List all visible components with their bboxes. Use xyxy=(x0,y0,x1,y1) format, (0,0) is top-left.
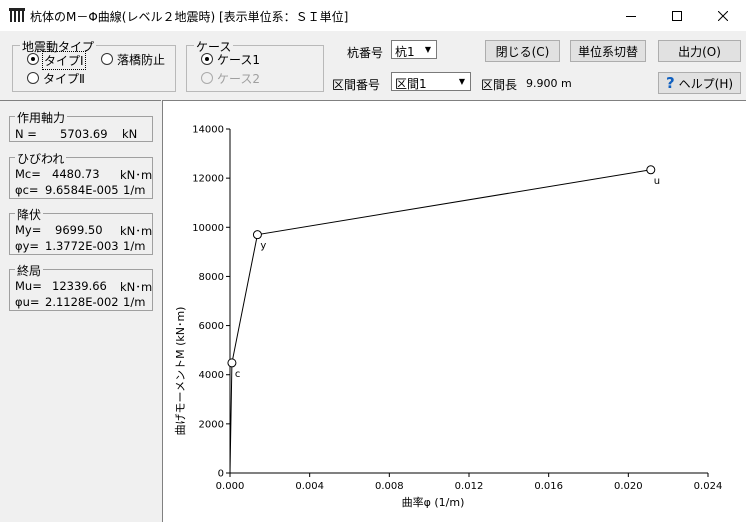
data-point xyxy=(646,165,656,175)
x-tick-label: 0.024 xyxy=(694,481,723,492)
mc-label: Mc= xyxy=(15,167,41,181)
mu-label: Mu= xyxy=(15,279,42,293)
phiu-value: 2.1128E-002 xyxy=(45,295,119,309)
phiy-unit: 1/m xyxy=(123,239,146,253)
section-length-label: 区間長 xyxy=(481,78,518,92)
section-number-value: 区間1 xyxy=(395,77,427,91)
y-tick-label: 14000 xyxy=(192,125,224,136)
data-point xyxy=(252,230,262,240)
pile-number-value: 杭1 xyxy=(395,45,415,59)
section-length-value: 9.900 m xyxy=(526,77,572,90)
axial-unit: kN xyxy=(122,127,138,141)
y-tick-label: 8000 xyxy=(199,272,224,283)
close-button-label: 閉じる(C) xyxy=(495,44,550,59)
phiy-value: 1.3772E-003 xyxy=(45,239,119,253)
eq-type-group: 地震動タイプ タイプⅠ 落橋防止 タイプⅡ xyxy=(12,38,176,92)
crack-box: ひびわれ Mc= 4480.73 kN･m φc= 9.6584E-005 1/… xyxy=(9,150,153,199)
phic-label: φc= xyxy=(15,183,39,197)
phiy-label: φy= xyxy=(15,239,40,253)
radio-fall-prevention[interactable] xyxy=(101,53,113,65)
axial-force-legend: 作用軸力 xyxy=(15,109,68,126)
ultimate-legend: 終局 xyxy=(15,262,44,279)
app-icon xyxy=(9,8,25,22)
radio-type1[interactable] xyxy=(27,53,39,65)
help-button-label: ヘルプ(H) xyxy=(678,76,734,91)
y-tick-label: 12000 xyxy=(192,174,224,185)
radio-case1[interactable] xyxy=(201,53,213,65)
y-tick-label: 0 xyxy=(218,469,224,480)
axial-value: 5703.69 xyxy=(60,127,108,141)
radio-fall-prevention-label[interactable]: 落橋防止 xyxy=(117,51,165,68)
pile-number-select[interactable]: 杭1 ▼ xyxy=(391,40,437,59)
y-tick-label: 2000 xyxy=(199,419,224,430)
mphi-curve xyxy=(229,169,651,474)
mc-unit: kN･m xyxy=(120,168,153,182)
x-tick-label: 0.008 xyxy=(375,481,404,492)
close-window-button[interactable] xyxy=(700,0,746,31)
phiu-label: φu= xyxy=(15,295,40,309)
yield-box: 降伏 My= 9699.50 kN･m φy= 1.3772E-003 1/m xyxy=(9,206,153,255)
unit-switch-label: 単位系切替 xyxy=(577,44,638,59)
radio-type2[interactable] xyxy=(27,72,39,84)
help-button[interactable]: ? ヘルプ(H) xyxy=(658,72,741,94)
chevron-down-icon: ▼ xyxy=(420,41,436,58)
point-label: y xyxy=(260,241,266,252)
output-button[interactable]: 出力(O) xyxy=(658,40,741,62)
axial-force-box: 作用軸力 N = 5703.69 kN xyxy=(9,109,153,142)
phiu-unit: 1/m xyxy=(123,295,146,309)
close-button[interactable]: 閉じる(C) xyxy=(485,40,560,62)
output-button-label: 出力(O) xyxy=(678,44,721,59)
axial-label: N = xyxy=(15,127,37,141)
y-tick-label: 10000 xyxy=(192,223,224,234)
x-tick-label: 0.012 xyxy=(455,481,484,492)
my-label: My= xyxy=(15,223,42,237)
mc-value: 4480.73 xyxy=(52,167,100,181)
mu-value: 12339.66 xyxy=(52,279,107,293)
my-value: 9699.50 xyxy=(55,223,103,237)
radio-case2 xyxy=(201,72,213,84)
section-number-select[interactable]: 区間1 ▼ xyxy=(391,72,471,91)
y-axis-label: 曲げモーメントM (kN･m) xyxy=(174,307,187,436)
x-tick-label: 0.020 xyxy=(614,481,643,492)
x-tick-label: 0.000 xyxy=(216,481,245,492)
x-tick-label: 0.016 xyxy=(534,481,563,492)
x-tick-label: 0.004 xyxy=(295,481,324,492)
yield-legend: 降伏 xyxy=(15,206,44,223)
window-title: 杭体のM－Φ曲線(レベル２地震時) [表示単位系：ＳＩ単位] xyxy=(30,10,349,24)
data-point xyxy=(227,358,237,368)
maximize-icon xyxy=(672,10,682,21)
case-group: ケース ケース1 ケース2 xyxy=(186,38,324,92)
x-axis-label: 曲率φ (1/m) xyxy=(402,495,465,509)
m-phi-chart: 0.000 0.004 0.008 0.012 0.016 0.020 0.024 0 2000… xyxy=(174,125,723,510)
mu-unit: kN･m xyxy=(120,280,153,294)
y-tick-label: 4000 xyxy=(199,370,224,381)
phic-unit: 1/m xyxy=(123,183,146,197)
radio-case2-label: ケース2 xyxy=(217,72,261,86)
point-label: u xyxy=(654,176,660,187)
radio-type1-label[interactable]: タイプⅠ xyxy=(42,51,86,70)
title-bar: 杭体のM－Φ曲線(レベル２地震時) [表示単位系：ＳＩ単位] xyxy=(0,0,746,31)
phic-value: 9.6584E-005 xyxy=(45,183,119,197)
maximize-button[interactable] xyxy=(654,0,700,31)
crack-legend: ひびわれ xyxy=(15,150,67,167)
close-icon xyxy=(718,10,728,21)
section-number-label: 区間番号 xyxy=(332,78,381,92)
chart-area: 0.000 0.004 0.008 0.012 0.016 0.020 0.024 0 2000… xyxy=(162,100,746,522)
point-label: c xyxy=(235,369,241,380)
my-unit: kN･m xyxy=(120,224,153,238)
help-icon: ? xyxy=(665,74,675,92)
minimize-button[interactable] xyxy=(608,0,654,31)
unit-switch-button[interactable]: 単位系切替 xyxy=(570,40,646,62)
chevron-down-icon: ▼ xyxy=(454,73,470,90)
radio-type2-label[interactable]: タイプⅡ xyxy=(43,70,85,87)
pile-number-label: 杭番号 xyxy=(347,46,384,60)
radio-case1-label[interactable]: ケース1 xyxy=(217,51,260,68)
minimize-icon xyxy=(626,15,636,17)
y-tick-label: 6000 xyxy=(199,321,224,332)
ultimate-box: 終局 Mu= 12339.66 kN･m φu= 2.1128E-002 1/m xyxy=(9,262,153,311)
